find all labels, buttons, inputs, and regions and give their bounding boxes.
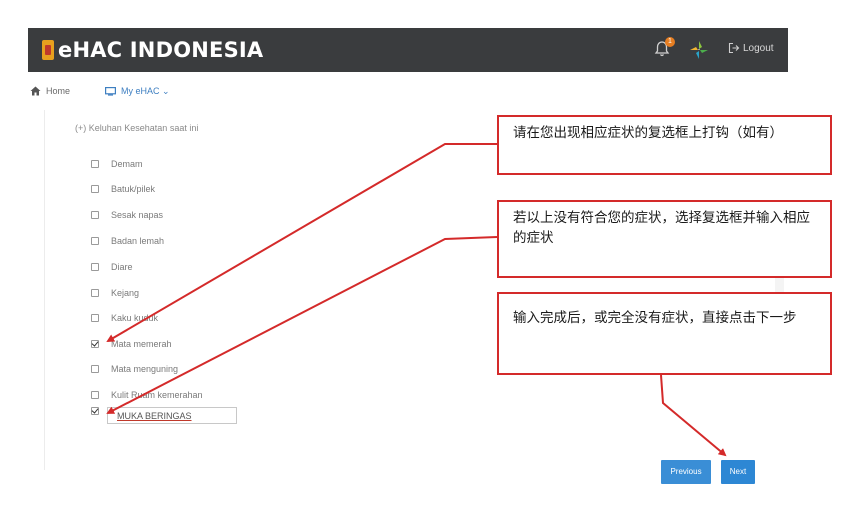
ehac-logo-icon [42,40,54,60]
symptom-label: Batuk/pilek [111,184,156,194]
symptom-demam[interactable]: Demam [91,159,143,169]
symptom-checkbox[interactable] [91,263,99,271]
previous-button[interactable]: Previous [661,460,711,484]
annotation-callout-2: 若以上没有符合您的症状，选择复选框并输入相应的症状 [497,200,832,278]
next-button[interactable]: Next [721,460,755,484]
logout-button[interactable]: Logout [728,42,774,54]
nav-bar: Home My eHAC ⌄ [28,80,788,106]
symptom-checkbox[interactable] [91,289,99,297]
symptom-other[interactable] [91,407,99,415]
symptom-label: Diare [111,262,133,272]
symptom-label: Kulit Ruam kemerahan [111,390,203,400]
logout-icon [728,42,740,54]
symptom-mata-menguning[interactable]: Mata menguning [91,364,178,374]
nav-home-label: Home [46,86,71,96]
section-label: (+) Keluhan Kesehatan saat ini [75,123,199,133]
other-checkbox-checked[interactable] [91,407,99,415]
nav-my-ehac-label: My eHAC ⌄ [121,86,170,96]
symptom-label: Mata menguning [111,364,179,374]
brand-title: eHAC INDONESIA [58,38,264,62]
home-icon [30,86,41,96]
symptom-label: Kaku kuduk [111,313,159,323]
symptom-mata-memerah[interactable]: Mata memerah [91,339,172,349]
symptom-diare[interactable]: Diare [91,262,133,272]
symptom-checkbox[interactable] [91,365,99,373]
annotation-callout-1: 请在您出现相应症状的复选框上打钩（如有） [497,115,832,175]
annotation-callout-3: 输入完成后，或完全没有症状，直接点击下一步 [497,292,832,375]
symptom-checkbox[interactable] [91,185,99,193]
symptom-checkbox-checked[interactable] [91,340,99,348]
health-leaf-icon [688,39,710,61]
monitor-icon [105,87,116,96]
symptom-sesak-napas[interactable]: Sesak napas [91,210,163,220]
symptom-kaku-kuduk[interactable]: Kaku kuduk [91,313,158,323]
nav-home[interactable]: Home [30,86,70,96]
notification-badge: 1 [665,37,675,47]
symptom-label: Mata memerah [111,339,172,349]
logout-label: Logout [743,42,774,54]
nav-my-ehac[interactable]: My eHAC ⌄ [105,86,170,97]
symptom-checkbox[interactable] [91,314,99,322]
symptom-label: Sesak napas [111,210,164,220]
app-header: eHAC INDONESIA 1 Logout [28,28,788,72]
symptom-label: Kejang [111,288,140,298]
symptom-badan-lemah[interactable]: Badan lemah [91,236,164,246]
brand[interactable]: eHAC INDONESIA [42,36,263,64]
symptom-batuk-pilek[interactable]: Batuk/pilek [91,184,155,194]
symptom-label: Demam [111,159,143,169]
symptom-checkbox[interactable] [91,237,99,245]
symptom-checkbox[interactable] [91,211,99,219]
symptom-label: Badan lemah [111,236,165,246]
symptom-kulit-ruam[interactable]: Kulit Ruam kemerahan [91,390,203,400]
notification-button[interactable]: 1 [653,37,675,60]
other-symptom-input[interactable]: MUKA BERINGAS [107,407,237,424]
symptom-checkbox[interactable] [91,391,99,399]
symptom-kejang[interactable]: Kejang [91,288,139,298]
symptom-checkbox[interactable] [91,160,99,168]
